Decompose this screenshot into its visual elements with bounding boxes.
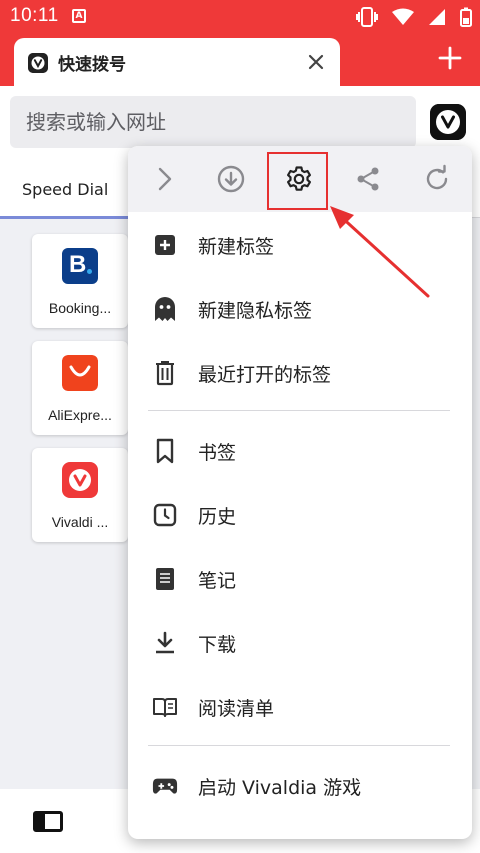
menu-label: 笔记	[198, 570, 237, 592]
book-icon	[152, 694, 178, 720]
menu-item-history[interactable]: 历史	[128, 482, 472, 546]
new-tab-icon	[152, 232, 178, 258]
overflow-menu: 新建标签 新建隐私标签 最近打开的标签 书签 历史 笔记 下载 阅读清单 启动 …	[128, 146, 472, 839]
forward-button[interactable]	[144, 159, 184, 199]
wifi-icon	[392, 8, 414, 25]
speed-dial-tile-booking[interactable]: B Booking...	[32, 234, 128, 328]
menu-item-new-tab[interactable]: 新建标签	[128, 212, 472, 276]
booking-logo-letter: B	[69, 251, 87, 278]
share-button[interactable]	[348, 159, 388, 199]
history-clock-icon	[152, 502, 178, 528]
tile-label: AliExpre...	[48, 407, 112, 423]
menu-label: 新建隐私标签	[198, 300, 313, 322]
address-row	[0, 86, 480, 152]
trash-icon	[152, 360, 178, 386]
menu-item-vivaldia-game[interactable]: 启动 Vivaldia 游戏	[128, 753, 472, 817]
menu-item-reading-list[interactable]: 阅读清单	[128, 674, 472, 738]
speed-dial-tile-aliexpress[interactable]: AliExpre...	[32, 341, 128, 435]
reload-button[interactable]	[417, 159, 457, 199]
booking-logo: B	[62, 248, 98, 284]
menu-item-new-private-tab[interactable]: 新建隐私标签	[128, 276, 472, 340]
tab-speed-dial[interactable]: Speed Dial	[22, 180, 108, 199]
menu-label: 阅读清单	[198, 698, 275, 720]
vivaldi-menu-button[interactable]	[430, 104, 466, 140]
notes-icon	[152, 566, 178, 592]
tile-label: Vivaldi ...	[51, 514, 109, 530]
download-icon	[152, 630, 178, 656]
menu-label: 书签	[198, 442, 237, 464]
tab-active[interactable]: 快速拨号	[14, 38, 340, 86]
tab-title: 快速拨号	[58, 55, 126, 75]
menu-item-bookmarks[interactable]: 书签	[128, 418, 472, 482]
reload-icon	[426, 164, 448, 190]
status-bar: 10:11 A	[0, 0, 480, 34]
address-input[interactable]	[10, 96, 416, 148]
gamepad-icon	[152, 773, 178, 799]
close-icon[interactable]	[302, 48, 330, 76]
notification-a-icon: A	[72, 9, 86, 23]
aliexpress-logo	[62, 355, 98, 391]
menu-label: 下载	[198, 634, 237, 656]
settings-highlight-box	[267, 152, 328, 210]
ghost-icon	[152, 296, 178, 322]
menu-item-recently-closed[interactable]: 最近打开的标签	[128, 340, 472, 404]
tab-strip: 快速拨号	[0, 34, 480, 86]
menu-label: 历史	[198, 506, 237, 528]
bookmark-icon	[152, 438, 178, 464]
battery-icon	[460, 7, 472, 27]
download-icon	[217, 165, 245, 193]
status-icons	[356, 6, 472, 28]
tile-label: Booking...	[48, 300, 112, 316]
menu-label: 最近打开的标签	[198, 364, 332, 386]
menu-toolbar	[128, 146, 472, 212]
add-tab-icon[interactable]	[436, 44, 464, 72]
status-time: 10:11	[10, 5, 59, 26]
menu-divider	[148, 745, 450, 746]
forward-icon	[158, 167, 172, 191]
tab-underline	[0, 216, 130, 219]
vivaldi-logo	[62, 462, 98, 498]
menu-item-downloads[interactable]: 下载	[128, 610, 472, 674]
speed-dial-tile-vivaldi[interactable]: Vivaldi ...	[32, 448, 128, 542]
download-page-button[interactable]	[211, 159, 251, 199]
menu-label: 启动 Vivaldia 游戏	[198, 777, 362, 799]
vivaldi-favicon-icon	[28, 53, 48, 73]
signal-icon	[429, 9, 445, 25]
vibrate-icon	[356, 7, 378, 27]
share-icon	[357, 167, 379, 191]
menu-label: 新建标签	[198, 236, 275, 258]
menu-item-notes[interactable]: 笔记	[128, 546, 472, 610]
menu-divider	[148, 410, 450, 411]
panel-toggle-icon[interactable]	[33, 811, 63, 832]
